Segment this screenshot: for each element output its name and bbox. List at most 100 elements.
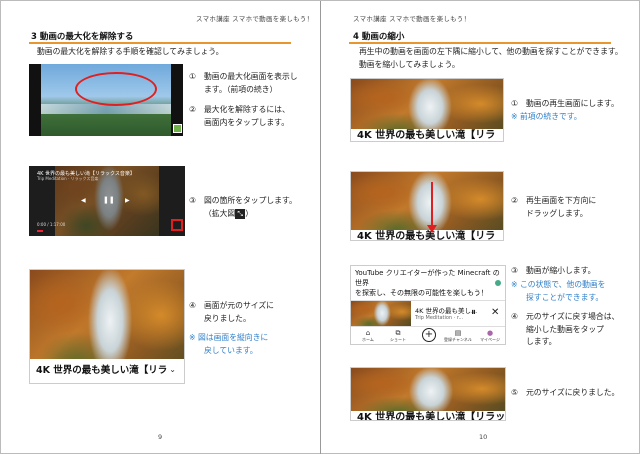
left-running-head: スマホ講座 スマホで動画を楽しもう！ (196, 15, 314, 23)
feed-emoji-icon (495, 280, 501, 286)
mini-player-thumbnail (351, 301, 411, 328)
nav-home: ⌂ ホーム (353, 329, 383, 343)
step-text: 縮小した動画をタップ (526, 324, 604, 334)
step-number: ⑤ (511, 388, 518, 397)
feed-text-line: を探索し、その無限の可能性を楽しもう！ (355, 289, 488, 297)
tap-area-highlight (75, 72, 157, 106)
step-text: （拡大図 (204, 208, 236, 218)
nav-label: 登録チャンネル (444, 337, 472, 342)
mini-player-title: 4K 世界の最も美し... (415, 307, 478, 315)
create-plus-icon: + (422, 328, 436, 342)
drag-arrow-head (427, 225, 437, 233)
left-section-title: 3 動画の最大化を解除する (31, 32, 134, 42)
step-text: 画面内をタップします。 (204, 117, 289, 127)
nav-label: ショート (390, 337, 406, 342)
step-text: します。 (526, 337, 557, 346)
right-step-2: ② 再生画面を下方向に ドラッグします。 (511, 195, 596, 220)
left-intro: 動画の最大化を解除する手順を確認してみましょう。 (37, 47, 224, 56)
mini-player-channel: Trip Meditation · r... (415, 315, 464, 321)
video-channel-overlay: Trip Meditation · リラックス音楽 (37, 176, 99, 181)
step-number: ④ (511, 312, 518, 321)
nav-label: マイページ (480, 337, 500, 342)
note-text: ※ 図は画面を縦向きに (189, 333, 269, 342)
right-step-4: ④ 元のサイズに戻す場合は、 縮小した動画をタップ します。 (511, 311, 619, 349)
right-running-head: スマホ講座 スマホで動画を楽しもう！ (353, 15, 471, 23)
intro-line: 再生中の動画を画面の左下隅に縮小して、他の動画を探すことができます。 (359, 47, 623, 56)
subscriptions-icon: ▤ (454, 329, 462, 337)
drag-arrow-line (431, 182, 433, 226)
step-number: ③ (189, 196, 196, 205)
pause-icon: ❚❚ (103, 196, 115, 204)
feed-text-area: YouTube クリエイターが作った Minecraft の世界 を探索し、その… (351, 266, 505, 300)
shorts-icon: ⧉ (395, 329, 401, 337)
mini-pause-icon: ⏸ (471, 307, 476, 318)
intro-line: 動画を縮小してみましょう。 (359, 60, 460, 69)
right-step-1: ① 動画の再生画面にします。 ※ 前項の続きです。 (511, 98, 619, 123)
video-title-text: 4K 世界の最も美しい滝【リラ (36, 365, 168, 376)
step-text: 最大化を解除するには、 (204, 105, 290, 114)
right-step-3-note: ※ この状態で、他の動画を 探すことができます。 (511, 279, 605, 304)
step-text: ドラッグします。 (526, 208, 588, 218)
mini-close-icon: ✕ (491, 307, 500, 318)
step-text: 動画の再生画面にします。 (526, 99, 619, 108)
next-icon: ▶ (125, 197, 130, 204)
nav-subscriptions: ▤ 登録チャンネル (443, 329, 473, 343)
nav-label: ホーム (362, 337, 374, 342)
video-title-bar-cut: 4K 世界の最も美しい滝【リラ (351, 129, 503, 141)
step-text: 動画が縮小します。 (526, 266, 596, 275)
bottom-navigation: ⌂ ホーム ⧉ ショート + ▤ 登録チャンネル ● マイページ (351, 326, 505, 344)
step-text: ） (245, 208, 253, 218)
mini-player-screenshot: YouTube クリエイターが作った Minecraft の世界 を探索し、その… (350, 265, 506, 345)
restored-size-screenshot: 4K 世界の最も美しい滝【リラック (350, 367, 506, 421)
restored-video-screenshot: 4K 世界の最も美しい滝【リラ ⌄ (29, 269, 185, 384)
right-section-title: 4 動画の縮小 (353, 32, 405, 42)
nav-shorts: ⧉ ショート (383, 329, 413, 343)
step-number: ② (189, 105, 196, 114)
nav-my-page: ● マイページ (475, 329, 505, 343)
step-number: ④ (189, 301, 196, 310)
right-section-rule (349, 42, 611, 44)
video-letterbox-left (29, 64, 41, 136)
playback-screen-screenshot: 4K 世界の最も美しい滝【リラ (350, 78, 504, 142)
step-text: 画面が元のサイズに (204, 301, 274, 310)
video-title-bar-cut: 4K 世界の最も美しい滝【リラック (351, 411, 505, 420)
video-controls-screenshot: 4K 世界の最も美しい滝【リラックス音楽】 Trip Meditation · … (29, 166, 185, 236)
right-intro: 再生中の動画を画面の左下隅に縮小して、他の動画を探すことができます。 動画を縮小… (359, 45, 623, 71)
left-step-4-note: ※ 図は画面を縦向きに 戻しています。 (189, 332, 268, 357)
right-step-3: ③ 動画が縮小します。 (511, 265, 595, 278)
left-page-number: 9 (158, 433, 163, 441)
step-number: ① (511, 99, 518, 108)
step-number: ③ (511, 266, 518, 275)
left-section-rule (29, 42, 291, 44)
step-number: ② (511, 196, 518, 205)
step-text: 再生画面を下方向に (526, 196, 597, 205)
previous-icon: ◀ (81, 197, 86, 204)
step-text: 元のサイズに戻す場合は、 (526, 312, 620, 321)
step-text: 図の箇所をタップします。 (204, 196, 297, 205)
note-text: ※ この状態で、他の動画を (511, 280, 606, 289)
drag-down-screenshot: 4K 世界の最も美しい滝【リラ (350, 171, 504, 241)
maximized-video-screenshot (29, 64, 183, 136)
left-step-1: ① 動画の最大化画面を表示し ます。（前項の続き） (189, 71, 298, 96)
expand-button-thumb (173, 124, 182, 133)
home-icon: ⌂ (365, 329, 371, 337)
video-time: 0:00 / 1:17:00 (37, 222, 66, 227)
step-text: 動画の最大化画面を表示し (204, 72, 298, 81)
step-text: 戻りました。 (204, 313, 251, 323)
note-text: 探すことができます。 (526, 292, 604, 302)
feed-text-line: YouTube クリエイターが作った Minecraft の世界 (355, 269, 500, 287)
exit-fullscreen-highlight (171, 219, 183, 231)
book-spread: スマホ講座 スマホで動画を楽しもう！ 3 動画の最大化を解除する 動画の最大化を… (0, 0, 640, 454)
note-text: ※ 前項の続きです。 (511, 111, 582, 121)
step-text: 元のサイズに戻りました。 (526, 388, 620, 397)
avatar-icon: ● (486, 329, 494, 337)
chevron-down-icon: ⌄ (169, 365, 176, 374)
right-page-number: 10 (479, 433, 488, 441)
mini-player-bar: 4K 世界の最も美し... Trip Meditation · r... ⏸ ✕ (351, 300, 505, 328)
left-step-2: ② 最大化を解除するには、 画面内をタップします。 (189, 104, 290, 129)
page-gutter (320, 1, 321, 454)
note-text: 戻しています。 (204, 345, 258, 355)
left-step-3: ③ 図の箇所をタップします。 （拡大図 ⤡） (189, 195, 297, 220)
video-title-bar: 4K 世界の最も美しい滝【リラ (30, 359, 184, 383)
step-number: ① (189, 72, 196, 81)
